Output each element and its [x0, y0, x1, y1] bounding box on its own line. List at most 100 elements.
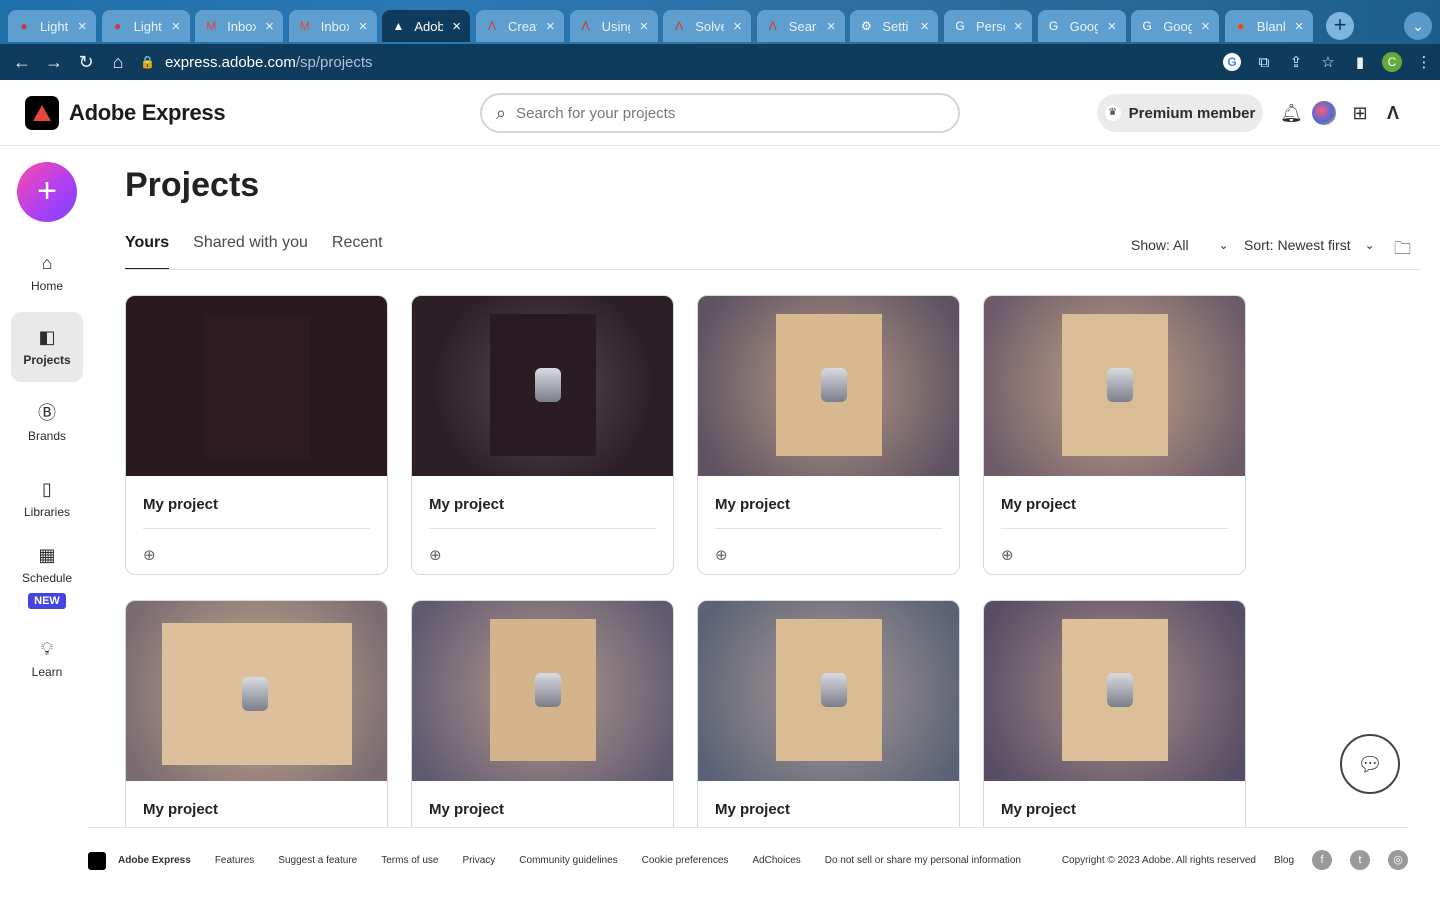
- premium-member-button[interactable]: ♛ Premium member: [1097, 94, 1263, 132]
- nav-item-brands[interactable]: Ⓑ Brands: [11, 388, 83, 458]
- project-search[interactable]: ⌕: [480, 93, 960, 133]
- footer-link[interactable]: Privacy: [462, 855, 495, 866]
- footer-link[interactable]: Features: [215, 855, 254, 866]
- project-thumbnail[interactable]: [984, 296, 1245, 476]
- invite-people-icon[interactable]: ⊕: [1001, 546, 1014, 564]
- back-icon[interactable]: ←: [10, 50, 34, 74]
- project-name[interactable]: My project: [143, 801, 218, 818]
- browser-tab[interactable]: M Inbox ×: [195, 10, 284, 42]
- profile-avatar[interactable]: C: [1376, 52, 1408, 72]
- browser-tab[interactable]: ● Light ×: [101, 10, 190, 42]
- close-icon[interactable]: ×: [825, 18, 836, 35]
- address-bar[interactable]: 🔒 express.adobe.com/sp/projects: [140, 48, 1340, 76]
- close-icon[interactable]: ×: [1106, 18, 1117, 35]
- browser-tab[interactable]: ● Light ×: [8, 10, 96, 42]
- project-thumbnail[interactable]: [412, 296, 673, 476]
- project-card[interactable]: My project⊕: [983, 600, 1246, 827]
- project-thumbnail[interactable]: [126, 601, 387, 781]
- browser-tab[interactable]: G Goog ×: [1037, 10, 1126, 42]
- project-name[interactable]: My project: [1001, 801, 1076, 818]
- tab-recent[interactable]: Recent: [332, 234, 383, 270]
- close-icon[interactable]: ×: [77, 18, 88, 35]
- project-card[interactable]: My project⊕: [411, 600, 674, 827]
- close-icon[interactable]: ×: [1200, 18, 1211, 35]
- search-input[interactable]: [516, 104, 917, 122]
- open-in-app-icon[interactable]: ⧉: [1248, 54, 1280, 71]
- share-icon[interactable]: ⇪: [1280, 53, 1312, 71]
- new-tab-button[interactable]: +: [1326, 12, 1354, 40]
- close-icon[interactable]: ×: [1013, 18, 1024, 35]
- footer-link[interactable]: Community guidelines: [519, 855, 617, 866]
- show-filter-dropdown[interactable]: Show: All ⌄: [1131, 237, 1229, 253]
- tab-shared-with-you[interactable]: Shared with you: [193, 234, 308, 270]
- close-icon[interactable]: ×: [451, 18, 462, 35]
- close-icon[interactable]: ×: [919, 18, 930, 35]
- project-card[interactable]: My project⊕: [125, 600, 388, 827]
- project-name[interactable]: My project: [715, 496, 790, 513]
- invite-people-icon[interactable]: ⊕: [715, 546, 728, 564]
- project-thumbnail[interactable]: [126, 296, 387, 476]
- invite-people-icon[interactable]: ⊕: [429, 546, 442, 564]
- nav-item-home[interactable]: ⌂ Home: [11, 238, 83, 308]
- close-icon[interactable]: ×: [732, 18, 743, 35]
- close-icon[interactable]: ×: [357, 18, 368, 35]
- adobe-logo-icon[interactable]: Λ: [1382, 102, 1404, 124]
- project-thumbnail[interactable]: [412, 601, 673, 781]
- tab-yours[interactable]: Yours: [125, 234, 170, 270]
- notifications-bell-icon[interactable]: 🔔︎: [1280, 102, 1303, 124]
- footer-link[interactable]: AdChoices: [752, 855, 800, 866]
- close-icon[interactable]: ×: [545, 18, 556, 35]
- project-name[interactable]: My project: [143, 496, 218, 513]
- project-card[interactable]: My project ⊕: [411, 295, 674, 575]
- browser-tab[interactable]: Λ Creat ×: [476, 10, 564, 42]
- browser-menu-icon[interactable]: ⋮: [1408, 53, 1440, 71]
- chat-feedback-button[interactable]: 💬︎: [1340, 734, 1400, 794]
- close-icon[interactable]: ×: [264, 18, 275, 35]
- browser-tab[interactable]: G Goog ×: [1131, 10, 1220, 42]
- user-avatar[interactable]: [1312, 101, 1336, 125]
- project-card[interactable]: My project ⊕: [697, 295, 960, 575]
- forward-icon[interactable]: →: [42, 50, 66, 74]
- project-thumbnail[interactable]: [984, 601, 1245, 781]
- project-card[interactable]: My project ⊕: [125, 295, 388, 575]
- browser-tab[interactable]: ▲ Adob ×: [382, 10, 471, 42]
- sort-dropdown[interactable]: Sort: Newest first ⌄: [1244, 237, 1375, 253]
- project-thumbnail[interactable]: [698, 296, 959, 476]
- browser-tab[interactable]: Λ Searc ×: [756, 10, 845, 42]
- footer-link[interactable]: Terms of use: [381, 855, 438, 866]
- project-card[interactable]: My project⊕: [697, 600, 960, 827]
- browser-tab[interactable]: ● Blank ×: [1224, 10, 1313, 42]
- close-icon[interactable]: ×: [638, 18, 649, 35]
- browser-tab[interactable]: Λ Using ×: [569, 10, 658, 42]
- footer-link[interactable]: Suggest a feature: [278, 855, 357, 866]
- apps-grid-icon[interactable]: ⊞: [1349, 102, 1371, 124]
- create-button[interactable]: +: [17, 162, 77, 222]
- close-icon[interactable]: ×: [1293, 18, 1304, 35]
- adobe-express-logo-icon[interactable]: [25, 96, 59, 130]
- close-icon[interactable]: ×: [170, 18, 181, 35]
- browser-tab[interactable]: G Perso ×: [944, 10, 1032, 42]
- home-button-icon[interactable]: ⌂: [106, 50, 130, 74]
- project-name[interactable]: My project: [429, 801, 504, 818]
- project-name[interactable]: My project: [429, 496, 504, 513]
- facebook-icon[interactable]: f: [1312, 850, 1332, 870]
- project-thumbnail[interactable]: [698, 601, 959, 781]
- nav-item-learn[interactable]: 💡︎ Learn: [11, 624, 83, 694]
- tab-search-button[interactable]: ⌄: [1404, 12, 1432, 40]
- bookmark-star-icon[interactable]: ☆: [1312, 53, 1344, 71]
- browser-tab[interactable]: ⚙ Setti ×: [850, 10, 939, 42]
- reload-icon[interactable]: ↻: [74, 50, 98, 74]
- nav-item-schedule[interactable]: ▦ Schedule NEW: [11, 540, 83, 614]
- instagram-icon[interactable]: ◎: [1388, 850, 1408, 870]
- nav-item-projects[interactable]: ◧ Projects: [11, 312, 83, 382]
- invite-people-icon[interactable]: ⊕: [143, 546, 156, 564]
- google-lens-icon[interactable]: G: [1216, 53, 1248, 71]
- footer-link[interactable]: Cookie preferences: [642, 855, 729, 866]
- nav-item-libraries[interactable]: ▯ Libraries: [11, 464, 83, 534]
- project-card[interactable]: My project ⊕: [983, 295, 1246, 575]
- brand-name[interactable]: Adobe Express: [69, 100, 226, 126]
- project-name[interactable]: My project: [1001, 496, 1076, 513]
- twitter-icon[interactable]: t: [1350, 850, 1370, 870]
- browser-tab[interactable]: Λ Solve ×: [663, 10, 752, 42]
- project-name[interactable]: My project: [715, 801, 790, 818]
